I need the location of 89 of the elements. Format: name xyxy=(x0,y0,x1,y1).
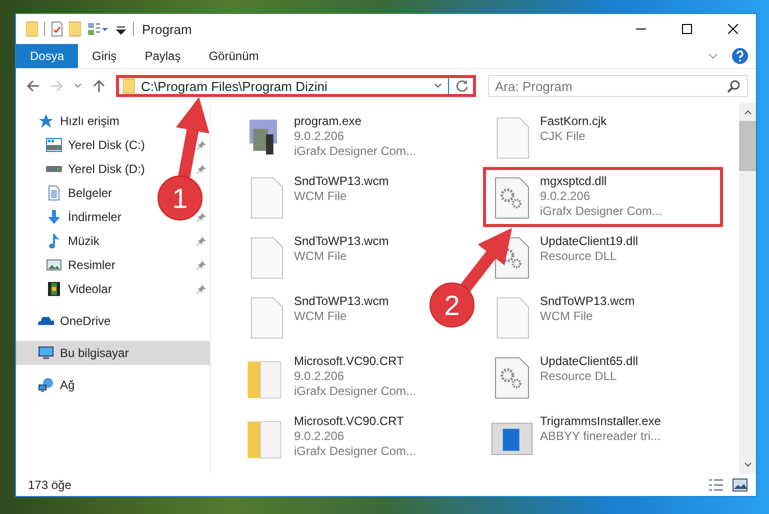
file-detail: WCM File xyxy=(294,309,348,324)
file-name[interactable]: program.exe xyxy=(294,114,416,129)
minimize-icon xyxy=(636,28,646,30)
picture-icon xyxy=(46,257,62,273)
nav-item-label[interactable]: Resimler xyxy=(68,258,116,272)
search-field[interactable]: Ara: Program xyxy=(488,75,748,97)
file-detail: iGrafx Designer Com... xyxy=(294,384,416,399)
file-detail: WCM File xyxy=(294,189,348,204)
expand-ribbon-chevron-icon[interactable] xyxy=(708,53,718,59)
nav-item-label[interactable]: OneDrive xyxy=(60,314,111,328)
file-detail: 9.0.2.206 xyxy=(294,129,346,144)
file-name[interactable]: SndToWP13.wcm xyxy=(294,174,389,189)
monitor-icon xyxy=(38,345,54,361)
document-icon xyxy=(46,185,62,201)
file-name[interactable]: Microsoft.VC90.CRT xyxy=(294,354,416,369)
file-name[interactable]: SndToWP13.wcm xyxy=(540,294,635,309)
scroll-down-caret-icon[interactable] xyxy=(744,462,752,468)
file-name[interactable]: UpdateClient19.dll xyxy=(540,234,638,249)
drive-icon xyxy=(46,138,62,152)
file-detail: WCM File xyxy=(540,309,594,324)
selected-nav-row[interactable]: Bu bilgisayar xyxy=(16,341,210,365)
back-arrow-icon[interactable] xyxy=(26,79,40,93)
scroll-thumb[interactable] xyxy=(739,121,756,171)
folder-icon xyxy=(26,21,38,37)
help-icon[interactable] xyxy=(732,48,748,64)
nav-item-label[interactable]: Müzik xyxy=(68,234,100,248)
dropdown-caret-icon[interactable] xyxy=(434,83,442,89)
pin-icon xyxy=(196,140,206,150)
file-detail: ABBYY finereader tri... xyxy=(540,429,661,444)
file-detail: iGrafx Designer Com... xyxy=(540,204,662,219)
pin-icon xyxy=(196,284,206,294)
close-icon xyxy=(728,24,738,34)
network-globe-icon xyxy=(38,377,54,393)
scroll-up-caret-icon[interactable] xyxy=(744,109,752,115)
nav-item-label[interactable]: Yerel Disk (C:) xyxy=(68,138,145,152)
checklist-icon xyxy=(51,21,63,37)
drive-icon xyxy=(46,166,62,172)
up-arrow-icon[interactable] xyxy=(92,79,106,93)
nav-item-label[interactable]: İndirmeler xyxy=(68,210,122,224)
file-name[interactable]: TrigrammsInstaller.exe xyxy=(540,414,661,429)
address-path: C:\Program Files\Program Dizini xyxy=(141,78,328,94)
pin-icon xyxy=(196,164,206,174)
ribbon-tab[interactable]: Görünüm xyxy=(194,44,273,68)
nav-item-label[interactable]: Yerel Disk (D:) xyxy=(68,162,145,176)
refresh-icon[interactable] xyxy=(455,79,469,93)
nav-item-label[interactable]: Videolar xyxy=(68,282,112,296)
nav-item-label[interactable]: Belgeler xyxy=(68,186,112,200)
nav-item-label[interactable]: Hızlı erişim xyxy=(60,114,120,128)
maximize-icon xyxy=(682,24,692,34)
file-name[interactable]: SndToWP13.wcm xyxy=(294,234,389,249)
properties-dropdown-icon[interactable] xyxy=(87,21,109,37)
file-name[interactable]: FastKorn.cjk xyxy=(540,114,607,129)
item-count: 173 öğe xyxy=(28,478,72,492)
details-view-icon[interactable] xyxy=(708,478,724,492)
file-name[interactable]: Microsoft.VC90.CRT xyxy=(294,414,416,429)
file-name[interactable]: mgxsptcd.dll xyxy=(540,174,662,189)
recent-caret-icon[interactable] xyxy=(74,83,82,89)
file-detail: Resource DLL xyxy=(540,249,618,264)
cloud-icon xyxy=(38,317,54,325)
file-detail: 9.0.2.206 xyxy=(294,429,346,444)
pin-icon xyxy=(196,212,206,222)
ribbon-tab[interactable]: Dosya xyxy=(16,44,78,68)
pin-icon xyxy=(196,260,206,270)
film-icon xyxy=(46,281,62,297)
file-detail: iGrafx Designer Com... xyxy=(294,144,416,159)
pin-icon xyxy=(196,236,206,246)
folder-icon xyxy=(123,78,135,94)
download-arrow-icon xyxy=(46,209,62,225)
file-detail: Resource DLL xyxy=(540,369,618,384)
window-title: Program xyxy=(142,22,192,36)
highlighted-file-tile[interactable]: mgxsptcd.dll 9.0.2.206 iGrafx Designer Com... xyxy=(483,167,723,227)
search-icon xyxy=(727,79,741,93)
file-detail: 9.0.2.206 xyxy=(540,189,592,204)
large-icons-view-icon[interactable] xyxy=(732,478,748,492)
nav-item-label[interactable]: Ağ xyxy=(60,378,75,392)
folder-icon xyxy=(69,21,81,37)
file-name[interactable]: SndToWP13.wcm xyxy=(294,294,389,309)
ribbon-tab[interactable]: Giriş xyxy=(78,44,131,68)
music-note-icon xyxy=(46,233,62,249)
file-detail: CJK File xyxy=(540,129,586,144)
ribbon-tab[interactable]: Paylaş xyxy=(130,44,195,68)
file-detail: iGrafx Designer Com... xyxy=(294,444,416,459)
star-icon xyxy=(38,113,54,129)
address-bar[interactable]: C:\Program Files\Program Dizini xyxy=(116,75,476,97)
file-detail: WCM File xyxy=(294,249,348,264)
file-name[interactable]: UpdateClient65.dll xyxy=(540,354,638,369)
scrollbar[interactable] xyxy=(739,103,756,474)
file-detail: 9.0.2.206 xyxy=(294,369,346,384)
nav-item-label[interactable]: Bu bilgisayar xyxy=(60,346,129,360)
